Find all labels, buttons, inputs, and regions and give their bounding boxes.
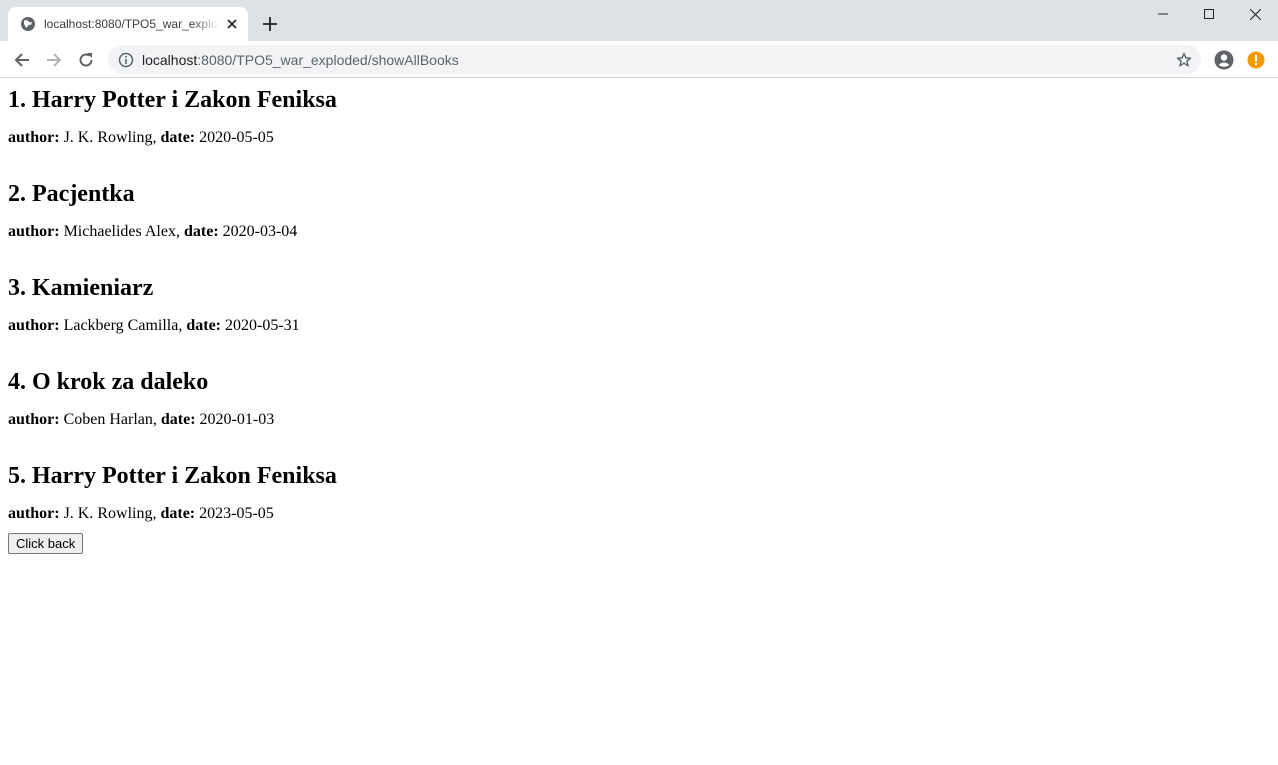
browser-title-bar: localhost:8080/TPO5_war_exploded/showAll…	[0, 0, 1278, 41]
book-title: 3. Kamieniarz	[8, 275, 154, 301]
book-details: author: Coben Harlan, date: 2020-01-03	[8, 410, 1270, 429]
url-text: localhost:8080/TPO5_war_exploded/showAll…	[142, 52, 459, 68]
author-value: Michaelides Alex,	[59, 223, 184, 240]
author-label: author:	[8, 505, 60, 522]
book-entry: 4. O krok za daleko author: Coben Harlan…	[8, 368, 1270, 429]
address-bar[interactable]: localhost:8080/TPO5_war_exploded/showAll…	[108, 45, 1201, 74]
back-arrow-icon[interactable]	[10, 48, 34, 72]
date-value: 2020-03-04	[218, 223, 298, 240]
plus-icon[interactable]	[260, 14, 280, 34]
author-value: Lackberg Camilla,	[59, 317, 187, 334]
info-icon[interactable]	[118, 52, 134, 68]
book-entry: 3. Kamieniarz author: Lackberg Camilla, …	[8, 274, 1270, 335]
author-value: Coben Harlan,	[59, 411, 161, 428]
tab-title: localhost:8080/TPO5_war_exploded/showAll…	[44, 17, 219, 31]
window-close-icon[interactable]	[1232, 0, 1278, 28]
date-value: 2020-05-05	[195, 129, 274, 146]
minimize-icon[interactable]	[1140, 0, 1186, 28]
date-value: 2023-05-05	[195, 505, 274, 522]
book-title: 4. O krok za daleko	[8, 369, 209, 395]
author-label: author:	[8, 411, 60, 428]
book-title: 1. Harry Potter i Zakon Feniksa	[8, 87, 337, 113]
book-details: author: Lackberg Camilla, date: 2020-05-…	[8, 316, 1270, 335]
book-entry: 2. Pacjentka author: Michaelides Alex, d…	[8, 180, 1270, 241]
warning-icon[interactable]	[1246, 50, 1266, 70]
book-details: author: Michaelides Alex, date: 2020-03-…	[8, 222, 1270, 241]
globe-icon	[20, 16, 36, 32]
date-label: date:	[160, 411, 196, 428]
author-label: author:	[8, 223, 60, 240]
maximize-icon[interactable]	[1186, 0, 1232, 28]
date-label: date:	[183, 223, 219, 240]
reload-icon[interactable]	[74, 48, 98, 72]
date-value: 2020-01-03	[195, 411, 275, 428]
account-icon[interactable]	[1214, 50, 1234, 70]
date-label: date:	[186, 317, 221, 334]
book-entry: 1. Harry Potter i Zakon Feniksa author: …	[8, 86, 1270, 147]
close-icon[interactable]	[224, 16, 240, 32]
url-host: localhost	[142, 51, 198, 68]
book-title: 2. Pacjentka	[8, 181, 135, 207]
author-value: J. K. Rowling,	[59, 129, 161, 146]
book-details: author: J. K. Rowling, date: 2020-05-05	[8, 128, 1270, 147]
date-label: date:	[160, 129, 196, 146]
date-value: 2020-05-31	[221, 317, 300, 334]
book-title: 5. Harry Potter i Zakon Feniksa	[8, 463, 337, 489]
star-icon[interactable]	[1175, 51, 1193, 69]
author-label: author:	[8, 129, 60, 146]
book-entry: 5. Harry Potter i Zakon Feniksa author: …	[8, 462, 1270, 523]
book-details: author: J. K. Rowling, date: 2023-05-05	[8, 504, 1270, 523]
browser-tab[interactable]: localhost:8080/TPO5_war_exploded/showAll…	[8, 7, 248, 41]
url-path: :8080/TPO5_war_exploded/showAllBooks	[197, 51, 459, 68]
author-label: author:	[8, 317, 60, 334]
page-content: 1. Harry Potter i Zakon Feniksa author: …	[0, 78, 1278, 562]
date-label: date:	[160, 505, 196, 522]
browser-toolbar: localhost:8080/TPO5_war_exploded/showAll…	[0, 41, 1278, 78]
click-back-button[interactable]: Click back	[8, 533, 84, 554]
author-value: J. K. Rowling,	[59, 505, 161, 522]
forward-arrow-icon[interactable]	[42, 48, 66, 72]
